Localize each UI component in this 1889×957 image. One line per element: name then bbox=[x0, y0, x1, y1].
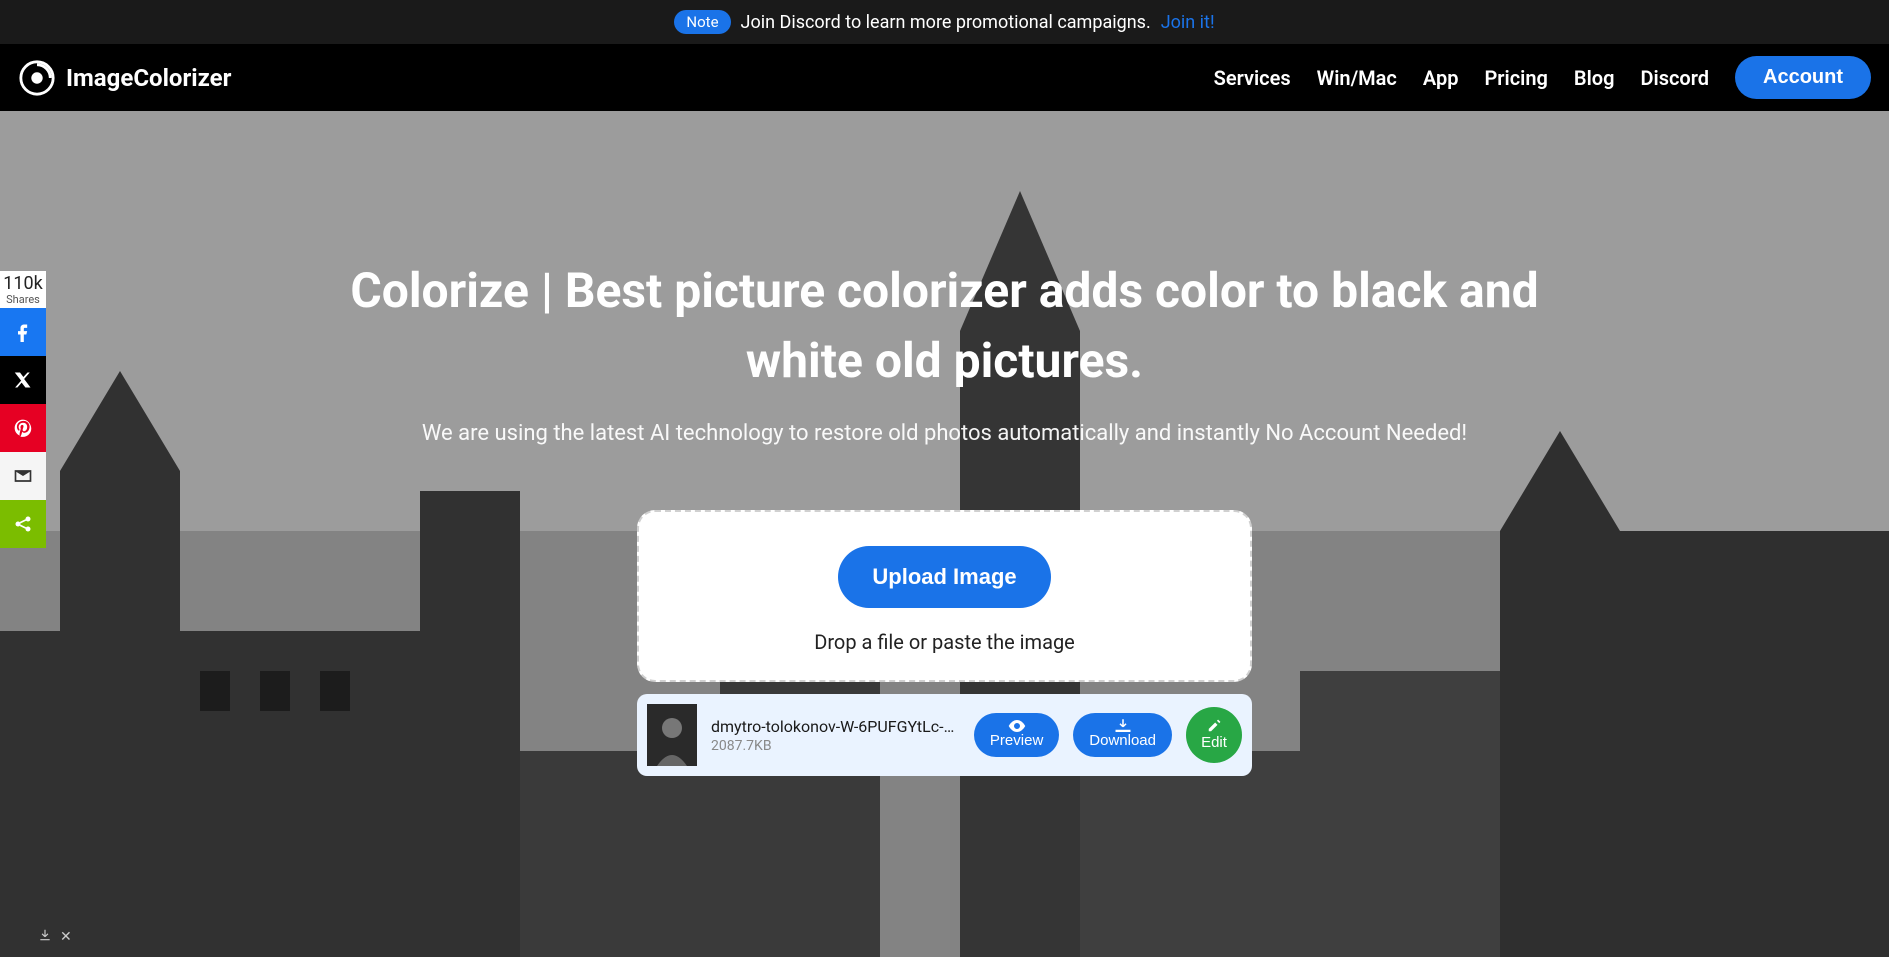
share-count-number: 110k bbox=[0, 275, 46, 293]
banner-text: Join Discord to learn more promotional c… bbox=[741, 12, 1151, 33]
preview-button[interactable]: Preview bbox=[974, 713, 1059, 758]
nav-discord[interactable]: Discord bbox=[1640, 66, 1709, 90]
x-icon bbox=[14, 371, 32, 389]
nav-services[interactable]: Services bbox=[1214, 66, 1291, 90]
logo-icon bbox=[18, 59, 56, 97]
nav-winmac[interactable]: Win/Mac bbox=[1317, 66, 1397, 90]
close-mini-icon[interactable]: ✕ bbox=[60, 929, 72, 945]
promo-banner: Note Join Discord to learn more promotio… bbox=[0, 0, 1889, 44]
nav-links: Services Win/Mac App Pricing Blog Discor… bbox=[1214, 56, 1871, 99]
share-more-button[interactable] bbox=[0, 500, 46, 548]
hero-section: 110k Shares Colorize | Best picture colo… bbox=[0, 111, 1889, 957]
nav-blog[interactable]: Blog bbox=[1574, 66, 1615, 90]
preview-label: Preview bbox=[990, 733, 1043, 750]
edit-icon bbox=[1205, 719, 1223, 733]
upload-card[interactable]: Upload Image Drop a file or paste the im… bbox=[637, 510, 1252, 682]
hero-title: Colorize | Best picture colorizer adds c… bbox=[345, 256, 1545, 395]
file-thumbnail bbox=[647, 704, 697, 766]
download-button[interactable]: Download bbox=[1073, 713, 1172, 758]
email-icon bbox=[13, 466, 33, 486]
download-label: Download bbox=[1089, 733, 1156, 750]
share-icon bbox=[13, 514, 33, 534]
navbar: ImageColorizer Services Win/Mac App Pric… bbox=[0, 44, 1889, 111]
account-button[interactable]: Account bbox=[1735, 56, 1871, 99]
logo[interactable]: ImageColorizer bbox=[18, 59, 231, 97]
eye-icon bbox=[1008, 719, 1026, 733]
share-count: 110k Shares bbox=[0, 271, 46, 308]
share-pinterest-button[interactable] bbox=[0, 404, 46, 452]
hero-content: Colorize | Best picture colorizer adds c… bbox=[0, 111, 1889, 776]
facebook-icon bbox=[13, 322, 33, 342]
hero-subtitle: We are using the latest AI technology to… bbox=[0, 421, 1889, 446]
uploaded-file-row: dmytro-tolokonov-W-6PUFGYtLc-unsplash.jp… bbox=[637, 694, 1252, 776]
share-x-button[interactable] bbox=[0, 356, 46, 404]
edit-label: Edit bbox=[1201, 735, 1227, 752]
nav-app[interactable]: App bbox=[1423, 66, 1459, 90]
download-mini-icon[interactable] bbox=[38, 928, 52, 946]
share-count-label: Shares bbox=[0, 293, 46, 306]
share-sidebar: 110k Shares bbox=[0, 271, 46, 548]
note-badge: Note bbox=[674, 10, 730, 34]
upload-hint: Drop a file or paste the image bbox=[659, 630, 1230, 654]
file-size: 2087.7KB bbox=[711, 738, 960, 754]
pinterest-icon bbox=[13, 418, 33, 438]
file-info: dmytro-tolokonov-W-6PUFGYtLc-unsplash.jp… bbox=[711, 717, 960, 754]
edit-button[interactable]: Edit bbox=[1186, 707, 1242, 763]
upload-image-button[interactable]: Upload Image bbox=[838, 546, 1050, 608]
share-facebook-button[interactable] bbox=[0, 308, 46, 356]
banner-join-link[interactable]: Join it! bbox=[1161, 12, 1215, 33]
share-email-button[interactable] bbox=[0, 452, 46, 500]
nav-pricing[interactable]: Pricing bbox=[1484, 66, 1547, 90]
file-name: dmytro-tolokonov-W-6PUFGYtLc-unsplash.jp… bbox=[711, 717, 960, 736]
bottom-left-controls: ✕ bbox=[38, 928, 72, 946]
brand-name: ImageColorizer bbox=[66, 64, 231, 92]
download-icon bbox=[1114, 719, 1132, 733]
